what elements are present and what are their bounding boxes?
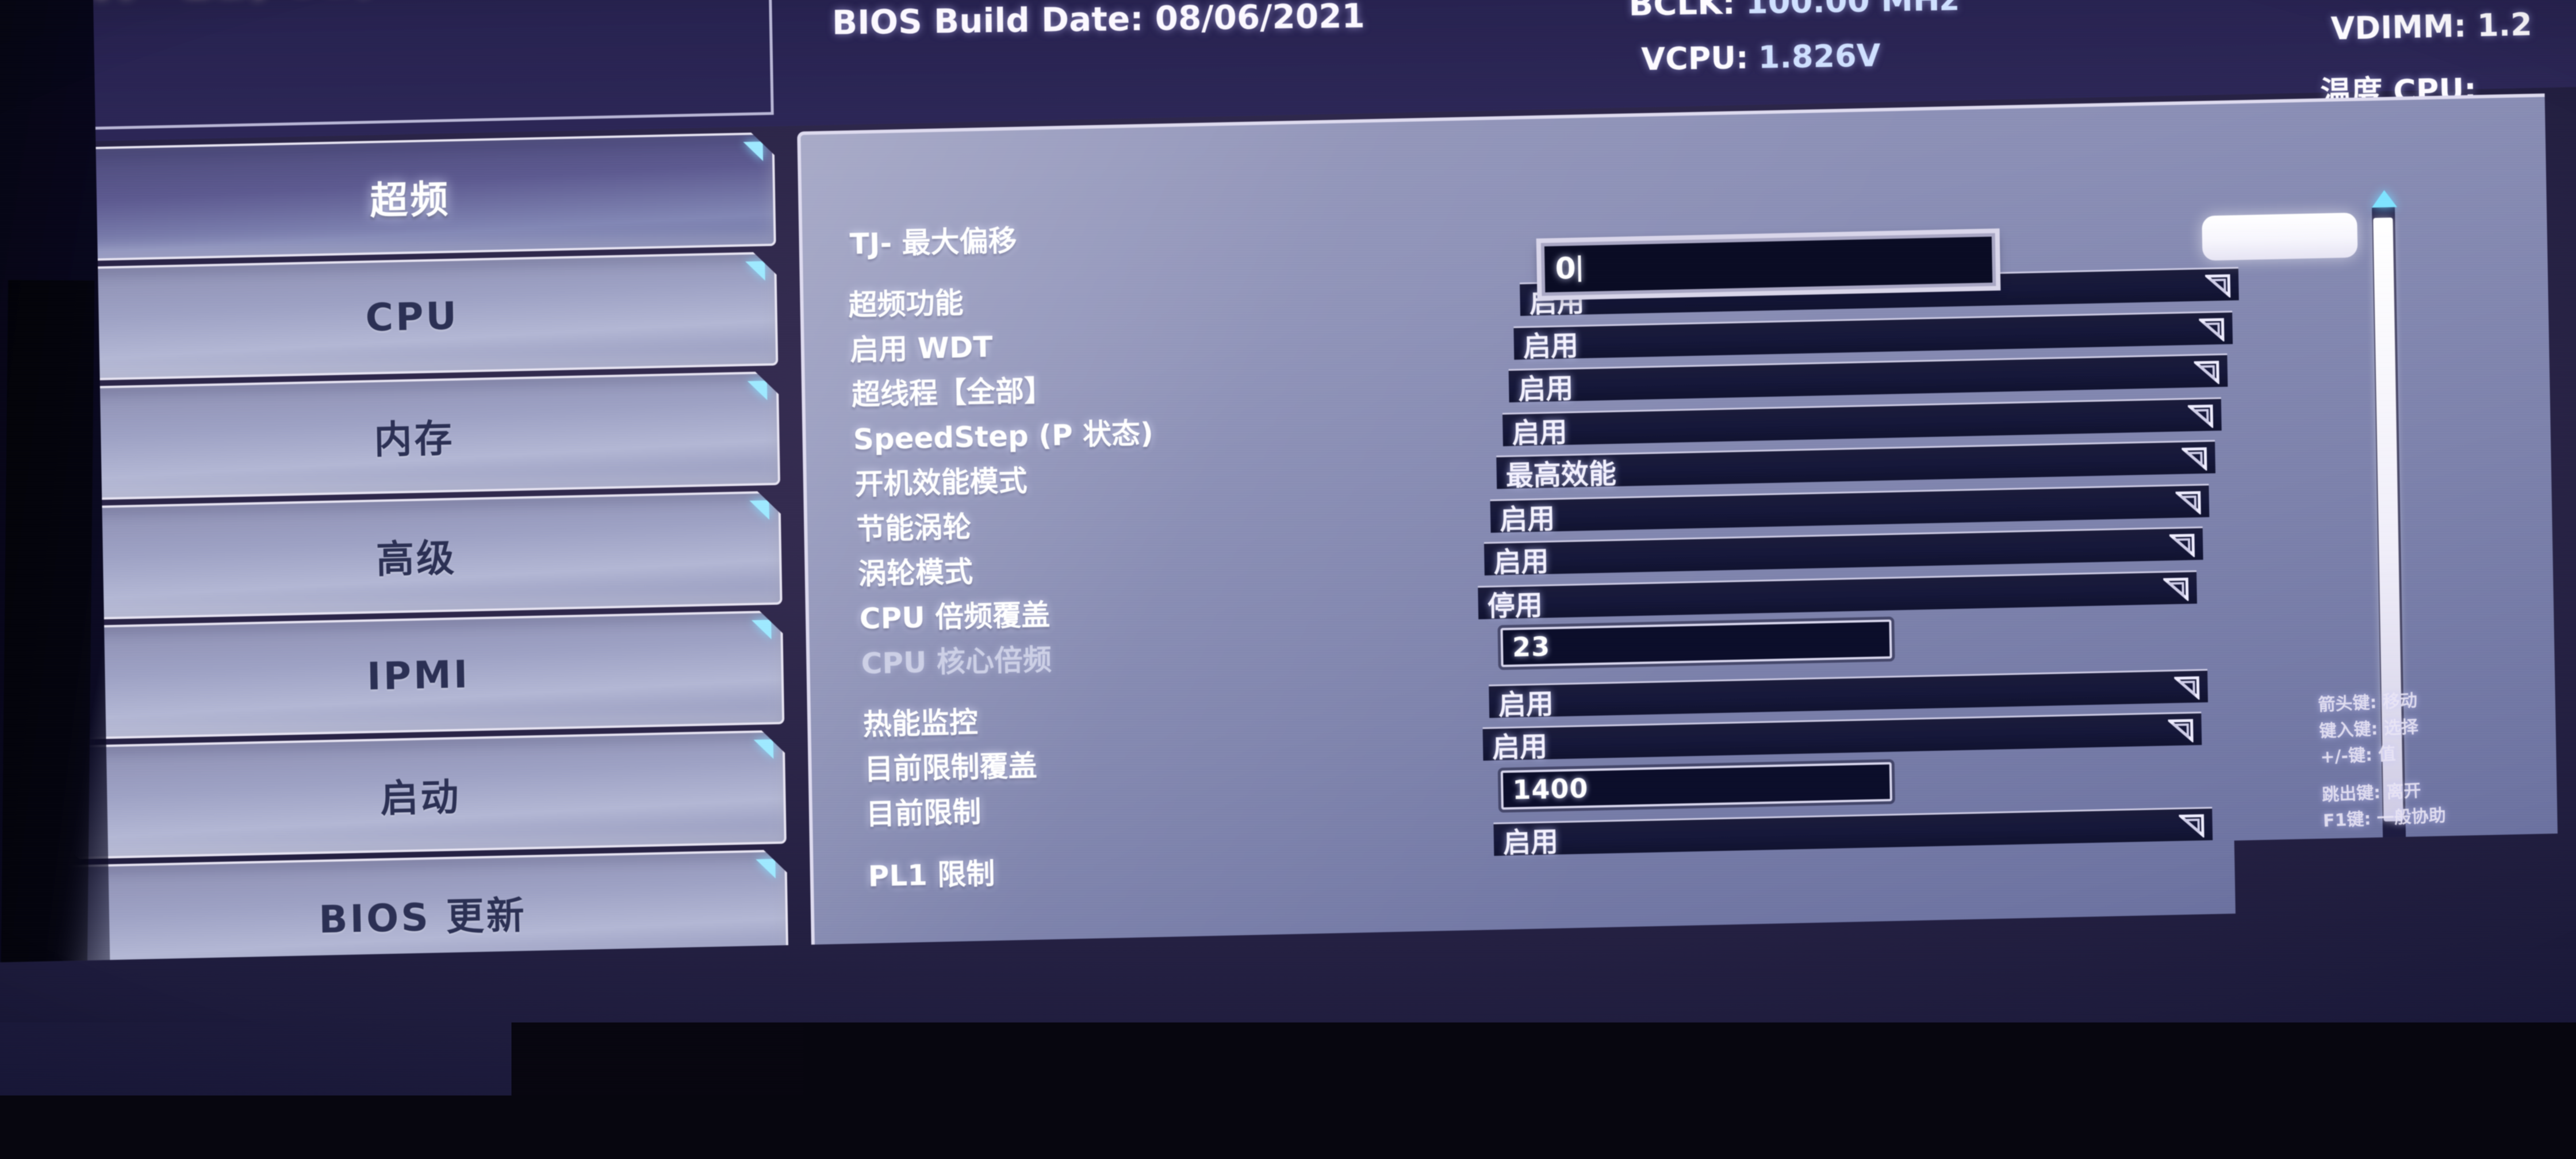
setting-value-8: 停用 [1487,582,1543,623]
setting-label-12: 目前限制 [866,789,982,832]
sidebar-item-label: 超频 [369,168,451,225]
bios-screen: SAT 12/02/2023 AI SUITE VERSION 2.4 BIOS… [0,0,2576,1159]
chevron-down-icon[interactable] [2168,718,2194,743]
bclk-label: BCLK: [1628,0,1735,24]
panel-toggle-button[interactable] [2202,213,2358,261]
setting-label-9: CPU 核心倍频 [861,636,1052,682]
corner-marker-icon [749,500,769,520]
scroll-down-arrow[interactable] [2383,850,2409,868]
corner-marker-icon [745,261,765,281]
setting-label-11: 目前限制覆盖 [864,743,1037,788]
corner-marker-icon [756,859,776,879]
sidebar-item-label: 内存 [374,408,455,465]
chevron-down-icon[interactable] [2174,676,2200,700]
chevron-down-icon[interactable] [2188,404,2214,428]
sidebar-item-7[interactable]: BIOS 更新 [56,850,788,980]
bios-build-date: BIOS Build Date: 08/06/2021 [832,0,1365,42]
vcpu-label: VCPU: [1641,40,1749,78]
date-panel [24,0,774,131]
bclk-stat: BCLK: 100.00 MHz [1628,0,1959,24]
setting-value-11: 启用 [1492,723,1547,765]
sidebar-item-label: CPU [365,293,459,340]
keyboard-help-legend: 箭头键: 移动 键入键: 选择 +/-键: 值跳出键: 离开 F1键: 一般协助 [2318,682,2548,835]
sidebar-item-2[interactable]: CPU [46,252,778,382]
sidebar-item-5[interactable]: IPMI [52,611,784,740]
photographed-screen: SAT 12/02/2023 AI SUITE VERSION 2.4 BIOS… [0,0,2576,1159]
setting-label-1: 超频功能 [848,280,964,324]
sidebar-item-6[interactable]: 启动 [55,730,787,860]
tj-max-offset-input[interactable]: 0 [1541,233,1996,295]
setting-label-3: 超线程【全部】 [851,367,1053,413]
vdimm-stat: VDIMM: 1.2 [2330,6,2532,47]
corner-marker-icon [754,739,774,759]
setting-value-3: 启用 [1518,365,1574,406]
vcpu-value: 1.826V [1758,37,1880,76]
sidebar-item-label: 启动 [379,766,461,823]
setting-label-8: CPU 倍频覆盖 [859,592,1051,637]
chevron-down-icon[interactable] [2199,317,2225,342]
sidebar-item-4[interactable]: 高级 [50,491,782,621]
chevron-down-icon[interactable] [2179,813,2205,838]
setting-label-13: PL1 限制 [868,851,995,895]
text-caret [1578,255,1581,282]
sidebar-item-3[interactable]: 内存 [48,371,780,501]
corner-marker-icon [743,141,764,162]
scroll-up-arrow[interactable] [2371,190,2397,208]
sidebar-item-1[interactable]: 超频 [44,132,776,262]
chevron-down-icon[interactable] [2169,533,2195,558]
setting-label-tj-max-offset: TJ- 最大偏移 [849,218,1017,263]
setting-value-13: 启用 [1502,819,1558,860]
setting-value-5: 最高效能 [1505,450,1616,493]
setting-label-4: SpeedStep (P 状态) [853,410,1153,458]
corner-marker-icon [747,381,768,401]
setting-label-6: 节能涡轮 [856,504,972,547]
setting-value-10: 启用 [1498,681,1554,722]
setting-value-12: 1400 [1512,773,1589,805]
chevron-down-icon[interactable] [2182,447,2207,471]
chevron-down-icon[interactable] [2175,490,2201,515]
setting-value-2: 启用 [1523,323,1578,364]
bclk-value: 100.00 MHz [1745,0,1959,21]
setting-label-10: 热能监控 [862,699,978,743]
setting-label-2: 启用 WDT [850,324,993,369]
setting-value-9: 23 [1512,631,1551,663]
chevron-down-icon[interactable] [2194,360,2220,385]
chevron-down-icon[interactable] [2205,274,2231,298]
vcpu-stat: VCPU: 1.826V [1641,37,1881,78]
setting-value-7: 启用 [1493,538,1549,580]
sidebar-item-label: IPMI [366,652,470,699]
corner-marker-icon [752,620,772,640]
tj-max-offset-value: 0 [1555,251,1576,286]
sidebar-item-label: 高级 [375,527,457,584]
sidebar-nav: 超频 CPU 内存高级 IPMI 启动 BIOS 更新 [44,132,805,1159]
setting-label-7: 涡轮模式 [857,548,973,592]
setting-value-4: 启用 [1512,409,1567,450]
setting-value-6: 启用 [1499,496,1555,537]
setting-label-5: 开机效能模式 [854,458,1028,503]
chevron-down-icon[interactable] [2163,577,2189,601]
sidebar-item-label: BIOS 更新 [318,884,527,944]
